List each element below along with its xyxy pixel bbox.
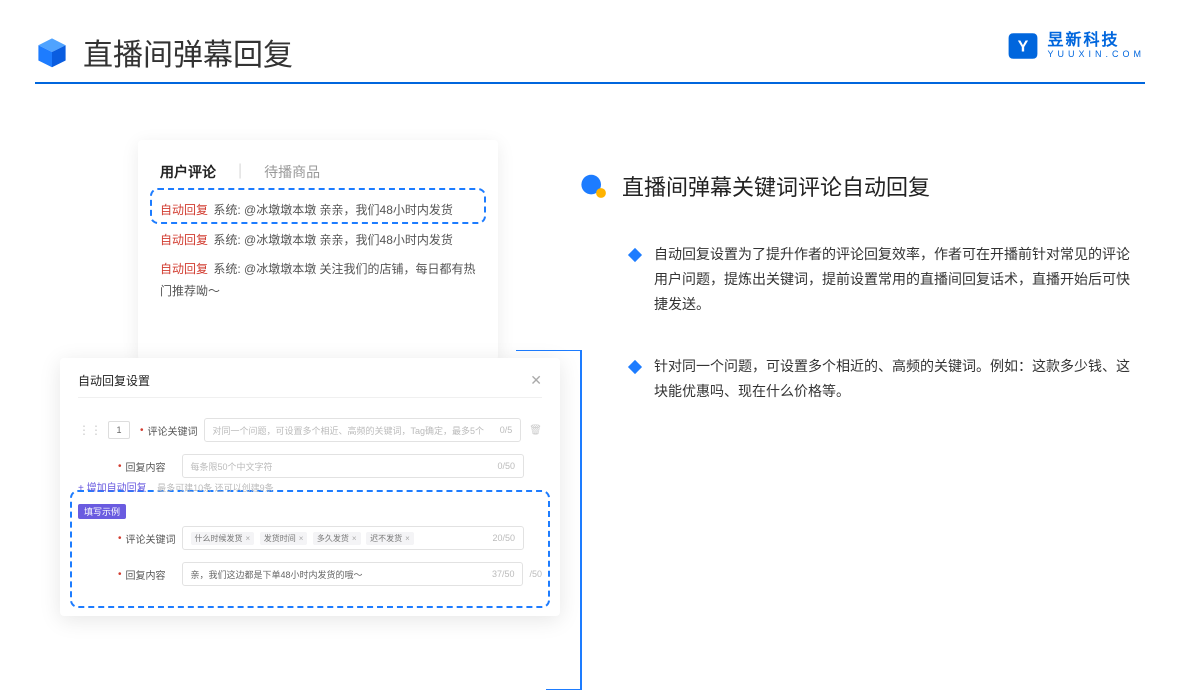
tag-chip[interactable]: 什么时候发货× [191, 532, 255, 545]
content-counter: 0/50 [497, 461, 515, 471]
keyword-placeholder: 对同一个问题，可设置多个相近、高频的关键词，Tag确定，最多5个 [213, 424, 485, 437]
example-content-row: • 回复内容 亲，我们这边都是下单48小时内发货的哦～ 37/50 /50 [78, 562, 542, 586]
tabs: 用户评论 | 待播商品 [160, 162, 476, 182]
keyword-row: ⋮⋮ 1 • 评论关键词 对同一个问题，可设置多个相近、高频的关键词，Tag确定… [78, 418, 542, 442]
tag-chip[interactable]: 迟不发货× [366, 532, 414, 545]
diamond-icon [628, 248, 642, 262]
tab-pending-products[interactable]: 待播商品 [264, 162, 320, 182]
ex-content-label: 回复内容 [126, 567, 182, 582]
keyword-counter: 0/5 [500, 425, 513, 435]
example-keyword-row: • 评论关键词 什么时候发货× 发货时间× 多久发货× 迟不发货× 20/50 [78, 526, 542, 550]
add-hint: 最多可建10条 还可以创建9条 [157, 483, 274, 493]
example-badge: 填写示例 [78, 504, 126, 519]
ex-keyword-input[interactable]: 什么时候发货× 发货时间× 多久发货× 迟不发货× 20/50 [182, 526, 524, 550]
keyword-label: 评论关键词 [148, 423, 204, 438]
svg-text:Y: Y [1018, 39, 1029, 56]
close-icon[interactable]: ✕ [530, 372, 542, 389]
ex-content-value: 亲，我们这边都是下单48小时内发货的哦～ [191, 568, 363, 581]
brand-icon: Y [1007, 30, 1039, 62]
right-title: 直播间弹幕关键词评论自动回复 [622, 170, 930, 202]
tag-chip[interactable]: 多久发货× [313, 532, 361, 545]
required-mark: • [140, 425, 144, 436]
content-input[interactable]: 每条限50个中文字符 0/50 [182, 454, 524, 478]
required-mark: • [118, 569, 122, 580]
brand-name: 昱新科技 [1047, 32, 1145, 50]
content-placeholder: 每条限50个中文字符 [191, 460, 273, 473]
comment-text: 系统: @冰墩墩本墩 亲亲，我们48小时内发货 [213, 233, 453, 247]
bullet-text: 针对同一个问题，可设置多个相近的、高频的关键词。例如：这款多少钱、这块能优惠吗、… [654, 354, 1140, 404]
auto-reply-tag: 自动回复 [160, 233, 208, 247]
page-title: 直播间弹幕回复 [83, 30, 293, 74]
bullet-item: 自动回复设置为了提升作者的评论回复效率，作者可在开播前针对常见的评论用户问题，提… [580, 242, 1140, 318]
header: 直播间弹幕回复 Y 昱新科技 YUUXIN.COM [35, 30, 1145, 74]
header-divider [35, 82, 1145, 84]
outer-counter: /50 [529, 569, 542, 579]
ex-content-counter: 37/50 [492, 569, 515, 579]
auto-reply-tag: 自动回复 [160, 262, 208, 276]
settings-title: 自动回复设置 [78, 372, 150, 389]
ex-content-input[interactable]: 亲，我们这边都是下单48小时内发货的哦～ 37/50 [182, 562, 524, 586]
ex-keyword-label: 评论关键词 [126, 531, 182, 546]
tab-user-comments[interactable]: 用户评论 [160, 162, 216, 182]
bullet-text: 自动回复设置为了提升作者的评论回复效率，作者可在开播前针对常见的评论用户问题，提… [654, 242, 1140, 318]
rule-index: 1 [108, 421, 130, 439]
settings-card: 自动回复设置 ✕ ⋮⋮ 1 • 评论关键词 对同一个问题，可设置多个相近、高频的… [60, 358, 560, 616]
tab-separator: | [238, 162, 242, 182]
add-auto-reply-link[interactable]: + 增加自动回复 最多可建10条 还可以创建9条 [78, 478, 542, 496]
required-mark: • [118, 533, 122, 544]
comment-row: 自动回复 系统: @冰墩墩本墩 亲亲，我们48小时内发货 [160, 196, 476, 226]
ex-tag-list: 什么时候发货× 发货时间× 多久发货× 迟不发货× [191, 532, 417, 545]
comment-text: 系统: @冰墩墩本墩 亲亲，我们48小时内发货 [213, 203, 453, 217]
cube-icon [35, 35, 69, 69]
right-column: 直播间弹幕关键词评论自动回复 自动回复设置为了提升作者的评论回复效率，作者可在开… [580, 170, 1140, 440]
content-label: 回复内容 [126, 459, 182, 474]
comment-row: 自动回复 系统: @冰墩墩本墩 关注我们的店铺，每日都有热门推荐呦～ [160, 255, 476, 306]
comment-row: 自动回复 系统: @冰墩墩本墩 亲亲，我们48小时内发货 [160, 226, 476, 256]
ex-keyword-counter: 20/50 [492, 533, 515, 543]
brand-sub: YUUXIN.COM [1047, 50, 1145, 60]
brand: Y 昱新科技 YUUXIN.COM [1007, 30, 1145, 62]
bullet-item: 针对同一个问题，可设置多个相近的、高频的关键词。例如：这款多少钱、这块能优惠吗、… [580, 354, 1140, 404]
diamond-icon [628, 359, 642, 373]
content-row: • 回复内容 每条限50个中文字符 0/50 [78, 454, 542, 478]
keyword-input[interactable]: 对同一个问题，可设置多个相近、高频的关键词，Tag确定，最多5个 0/5 [204, 418, 522, 442]
drag-handle-icon[interactable]: ⋮⋮ [78, 423, 102, 437]
tag-chip[interactable]: 发货时间× [260, 532, 308, 545]
right-title-row: 直播间弹幕关键词评论自动回复 [580, 170, 1140, 202]
auto-reply-tag: 自动回复 [160, 203, 208, 217]
comment-card: 用户评论 | 待播商品 自动回复 系统: @冰墩墩本墩 亲亲，我们48小时内发货… [138, 140, 498, 360]
required-mark: • [118, 461, 122, 472]
chat-bubble-icon [580, 172, 608, 200]
delete-icon[interactable]: 🗑 [529, 425, 542, 436]
